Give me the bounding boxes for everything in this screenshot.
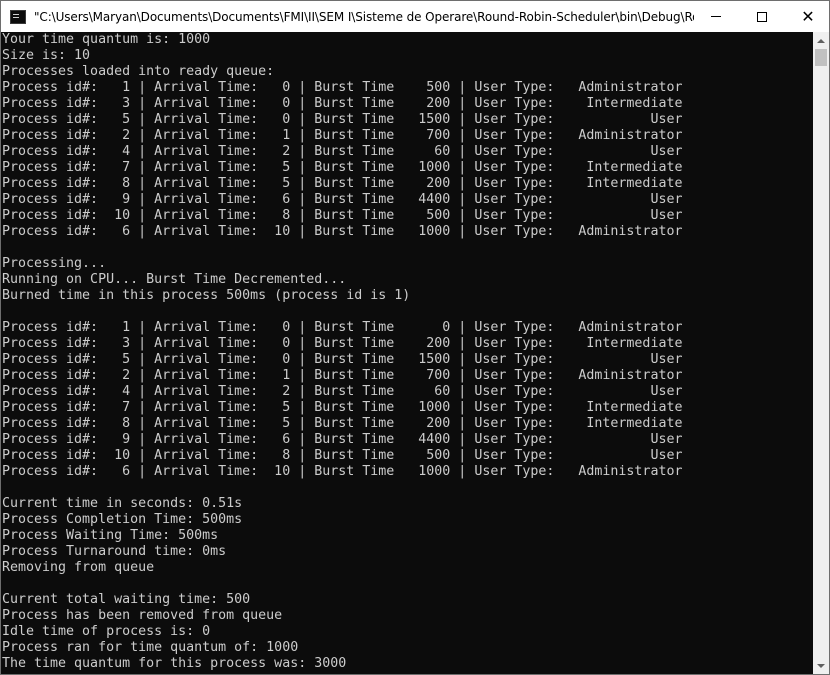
console-line: Process Turnaround time: 0ms bbox=[2, 544, 227, 559]
console-line: Your time quantum is: 1000 bbox=[2, 32, 211, 47]
arrow-down-icon bbox=[817, 663, 825, 668]
console-app-icon[interactable] bbox=[10, 9, 26, 24]
console-line: Process id#: 1 | Arrival Time: 0 | Burst… bbox=[2, 80, 683, 95]
scroll-up-button[interactable] bbox=[813, 32, 829, 49]
console-line: Running on CPU... Burst Time Decremented… bbox=[2, 272, 347, 287]
console-line: Removing from queue bbox=[2, 560, 155, 575]
console-line: Process Completion Time: 500ms bbox=[2, 512, 243, 527]
console-line: Process id#: 3 | Arrival Time: 0 | Burst… bbox=[2, 96, 683, 111]
console-window: "C:\Users\Maryan\Documents\Documents\FMI… bbox=[0, 0, 830, 675]
minimize-button[interactable] bbox=[693, 1, 739, 32]
close-icon: ✕ bbox=[801, 6, 815, 26]
console-line: Process id#: 2 | Arrival Time: 1 | Burst… bbox=[2, 368, 683, 383]
console-line: Process id#: 2 | Arrival Time: 1 | Burst… bbox=[2, 128, 683, 143]
vertical-scrollbar[interactable] bbox=[813, 32, 829, 674]
console-line: Process id#: 10 | Arrival Time: 8 | Burs… bbox=[2, 448, 683, 463]
window-title: "C:\Users\Maryan\Documents\Documents\FMI… bbox=[34, 9, 694, 24]
console-line: Processing... bbox=[2, 256, 107, 271]
maximize-button[interactable] bbox=[739, 1, 785, 32]
minimize-icon bbox=[711, 16, 721, 17]
close-button[interactable]: ✕ bbox=[785, 1, 830, 32]
console-line: Process id#: 9 | Arrival Time: 6 | Burst… bbox=[2, 432, 683, 447]
console-line: Idle time of process is: 0 bbox=[2, 624, 211, 639]
console-line: The time quantum for this process was: 3… bbox=[2, 656, 347, 671]
console-line: Process id#: 5 | Arrival Time: 0 | Burst… bbox=[2, 352, 683, 367]
arrow-up-icon bbox=[817, 38, 825, 43]
console-line: Process id#: 7 | Arrival Time: 5 | Burst… bbox=[2, 400, 683, 415]
console-line: Size is: 10 bbox=[2, 48, 91, 63]
scroll-down-button[interactable] bbox=[813, 657, 829, 674]
console-line: Process id#: 1 | Arrival Time: 0 | Burst… bbox=[2, 320, 683, 335]
scroll-thumb[interactable] bbox=[815, 49, 827, 66]
console-output[interactable]: Your time quantum is: 1000 Size is: 10 Pro… bbox=[1, 32, 813, 674]
console-line: Process id#: 6 | Arrival Time: 10 | Burs… bbox=[2, 464, 683, 479]
console-line: Process id#: 7 | Arrival Time: 5 | Burst… bbox=[2, 160, 683, 175]
title-bar[interactable]: "C:\Users\Maryan\Documents\Documents\FMI… bbox=[1, 1, 829, 32]
console-line: Process ran for time quantum of: 1000 bbox=[2, 640, 299, 655]
console-line: Process id#: 10 | Arrival Time: 8 | Burs… bbox=[2, 208, 683, 223]
console-line: Process id#: 8 | Arrival Time: 5 | Burst… bbox=[2, 176, 683, 191]
console-line: Process Waiting Time: 500ms bbox=[2, 528, 219, 543]
console-line: Process id#: 6 | Arrival Time: 10 | Burs… bbox=[2, 224, 683, 239]
console-line: Processes loaded into ready queue: bbox=[2, 64, 275, 79]
console-line: Current time in seconds: 0.51s bbox=[2, 496, 243, 511]
console-line: Process id#: 8 | Arrival Time: 5 | Burst… bbox=[2, 416, 683, 431]
maximize-icon bbox=[757, 11, 767, 22]
console-line: Process id#: 4 | Arrival Time: 2 | Burst… bbox=[2, 384, 683, 399]
console-line: Process id#: 5 | Arrival Time: 0 | Burst… bbox=[2, 112, 683, 127]
console-line: Process id#: 9 | Arrival Time: 6 | Burst… bbox=[2, 192, 683, 207]
console-line: Process has been removed from queue bbox=[2, 608, 283, 623]
console-line: Burned time in this process 500ms (proce… bbox=[2, 288, 411, 303]
console-line: Current total waiting time: 500 bbox=[2, 592, 251, 607]
console-line: Process id#: 3 | Arrival Time: 0 | Burst… bbox=[2, 336, 683, 351]
console-line: Process id#: 4 | Arrival Time: 2 | Burst… bbox=[2, 144, 683, 159]
